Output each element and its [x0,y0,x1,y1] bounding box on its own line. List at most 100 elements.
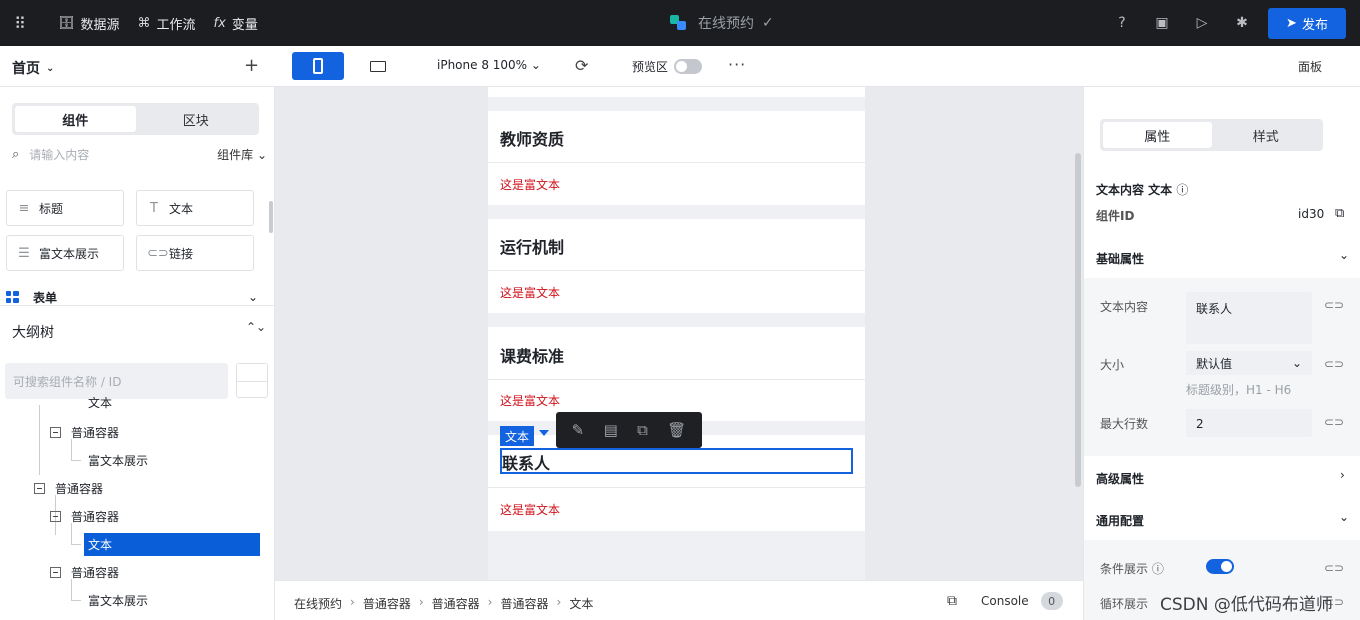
text-icon: T [150,200,158,216]
monitor-icon [370,60,386,72]
section-title[interactable]: 运行机制 [500,234,564,258]
rich-text[interactable]: 这是富文本 [500,176,560,193]
rich-text[interactable]: 这是富文本 [500,392,560,409]
publish-button[interactable]: ➤ 发布 [1268,7,1346,39]
save-icon[interactable]: ▤ [604,421,618,439]
tree-stepper[interactable] [236,363,268,398]
play-icon[interactable]: ▷ [1182,15,1222,31]
console-count-badge: 0 [1040,592,1063,610]
chevron-down-icon[interactable]: ⌄ [1339,510,1349,524]
edit-icon[interactable]: ✎ [572,421,585,439]
collapse-box-icon[interactable] [50,510,61,522]
component-link[interactable]: ⊂⊃ 链接 [136,235,254,271]
basic-properties-header[interactable]: 基础属性 [1096,250,1144,267]
debug-icon[interactable]: ✱ [1222,15,1262,31]
breadcrumb: 在线预约 › 普通容器 › 普通容器 › 普通容器 › 文本 [294,595,594,612]
tree-line [71,460,81,461]
copy-icon[interactable]: ⧉ [1335,206,1344,221]
chevron-right-icon[interactable]: › [1340,468,1345,482]
tab-blocks[interactable]: 区块 [136,106,257,132]
add-page-icon[interactable]: + [244,55,259,76]
breadcrumb-item[interactable]: 文本 [569,595,593,612]
rich-text[interactable]: 这是富文本 [500,284,560,301]
link-icon[interactable]: ⊂⊃ [1324,415,1344,429]
text-content-input[interactable]: 联系人 [1186,292,1312,344]
preview-switch[interactable] [674,59,703,74]
canvas-scrollbar[interactable] [1075,153,1081,487]
section-title[interactable]: 教师资质 [500,126,564,150]
tab-components[interactable]: 组件 [15,106,136,132]
component-id-label: 组件ID [1096,209,1135,223]
app-grid-icon[interactable]: ⠿ [0,0,40,46]
collapse-icon[interactable]: ⌃⌄ [246,320,266,334]
panel-button[interactable]: 面板 [1298,58,1322,75]
more-icon[interactable]: ··· [728,55,746,74]
section-teacher[interactable]: 教师资质 这是富文本 [488,111,865,205]
max-lines-input[interactable]: 2 [1186,409,1312,437]
section-fees[interactable]: 课费标准 这是富文本 [488,327,865,421]
breadcrumb-item[interactable]: 普通容器 [432,595,480,612]
tree-item[interactable]: 普通容器 [50,505,119,527]
scrollbar[interactable] [269,201,273,233]
form-group-header[interactable]: 表单 ⌄ [6,289,258,305]
tab-styles[interactable]: 样式 [1212,122,1321,148]
tree-item[interactable]: 普通容器 [50,421,119,443]
component-title: 文本内容 文本 ⓘ [1096,183,1189,197]
collapse-box-icon[interactable] [50,426,61,438]
tab-properties[interactable]: 属性 [1103,122,1212,148]
richtext-icon: ☰ [18,245,30,261]
max-lines-label: 最大行数 [1100,417,1149,431]
breadcrumb-item[interactable]: 普通容器 [500,595,548,612]
workflow-button[interactable]: ⌘ 工作流 [138,14,196,33]
save-icon[interactable]: ▣ [1142,15,1182,31]
preview-toggle[interactable]: 预览区 [632,58,703,75]
breadcrumb-item[interactable]: 普通容器 [363,595,411,612]
console-button[interactable]: ⧉ Console 0 [947,592,1063,610]
design-canvas[interactable]: 教师资质 这是富文本 运行机制 这是富文本 课费标准 这是富文本 这是富文本 ✎… [275,87,1083,580]
chevron-down-icon: ⌄ [530,58,541,72]
desktop-view-button[interactable] [362,52,394,80]
delete-icon[interactable]: 🗑 [667,421,686,439]
selected-component-tag[interactable]: 文本 [500,426,534,446]
caret-down-icon[interactable] [539,430,549,436]
mobile-view-button[interactable] [292,52,344,80]
tree-item[interactable]: 富文本展示 [88,589,148,611]
device-select[interactable]: iPhone 8 100% ⌄ [437,58,541,72]
chevron-down-icon[interactable]: ⌄ [1339,248,1349,262]
tree-item[interactable]: 文本 [88,397,112,411]
help-icon[interactable]: ? [1102,15,1142,31]
status-bar: 在线预约 › 普通容器 › 普通容器 › 普通容器 › 文本 ⧉ Console 0 [275,580,1083,620]
section-mechanism[interactable]: 运行机制 这是富文本 [488,219,865,313]
library-select[interactable]: 组件库 ⌄ [217,146,267,163]
heading-icon: ≡ [18,200,30,216]
info-icon[interactable]: ⓘ [1152,562,1164,576]
tree-item-selected[interactable]: 文本 [84,533,260,556]
rich-text[interactable]: 这是富文本 [500,501,560,518]
variable-button[interactable]: fx 变量 [214,14,258,33]
page-selector[interactable]: 首页 ⌄ [12,58,54,78]
refresh-icon[interactable]: ⟳ [575,56,588,75]
link-icon[interactable]: ⊂⊃ [1324,357,1344,371]
advanced-properties-header[interactable]: 高级属性 [1096,470,1144,487]
tree-item[interactable]: 普通容器 [34,477,103,499]
breadcrumb-item[interactable]: 在线预约 [294,595,342,612]
tree-item[interactable]: 普通容器 [50,561,119,583]
link-icon[interactable]: ⊂⊃ [1324,298,1344,312]
section-title[interactable]: 课费标准 [500,343,564,367]
info-icon[interactable]: ⓘ [1176,183,1188,197]
selected-text[interactable]: 联系人 [502,450,550,474]
search-input[interactable]: 请输入内容 [29,146,89,163]
collapse-box-icon[interactable] [50,566,61,578]
tree-item[interactable]: 富文本展示 [88,449,148,471]
common-config-header[interactable]: 通用配置 [1096,512,1144,529]
size-select[interactable]: 默认值 ⌄ [1186,351,1312,375]
component-richtext[interactable]: ☰ 富文本展示 [6,235,124,271]
condition-switch[interactable] [1206,559,1234,574]
component-heading[interactable]: ≡ 标题 [6,190,124,226]
copy-icon[interactable]: ⧉ [637,421,648,439]
link-icon[interactable]: ⊂⊃ [1324,561,1344,575]
datasource-button[interactable]: 🗄 数据源 [58,14,120,33]
tree-search-input[interactable]: 可搜索组件名称 / ID [5,363,228,399]
collapse-box-icon[interactable] [34,482,45,494]
component-text[interactable]: T 文本 [136,190,254,226]
